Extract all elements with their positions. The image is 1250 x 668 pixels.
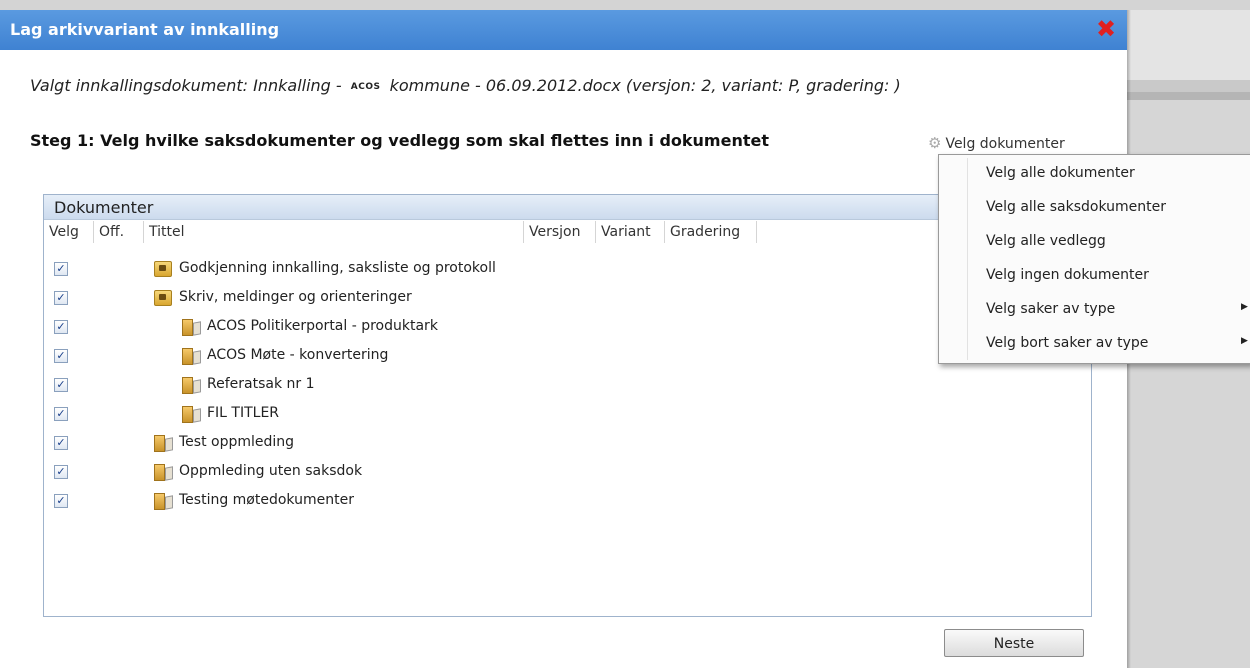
next-button[interactable]: Neste [944, 629, 1084, 657]
row-checkbox[interactable]: ✓ [54, 465, 68, 479]
menu-item-velg-alle-saksdokumenter[interactable]: Velg alle saksdokumenter [939, 191, 1250, 225]
row-title: Godkjenning innkalling, saksliste og pro… [179, 260, 496, 276]
document-icon [154, 493, 165, 510]
step-title: Steg 1: Velg hvilke saksdokumenter og ve… [30, 131, 769, 150]
submenu-arrow-icon: ▶ [1241, 336, 1248, 346]
documents-panel-title: Dokumenter [54, 198, 154, 217]
menu-item-label: Velg saker av type [986, 301, 1116, 317]
menu-item-label: Velg bort saker av type [986, 335, 1149, 351]
selected-document-prefix: Valgt innkallingsdokument: Innkalling - [30, 76, 342, 95]
table-row[interactable]: ✓ Godkjenning innkalling, saksliste og p… [44, 256, 1091, 285]
menu-item-label: Velg alle dokumenter [986, 165, 1135, 181]
dialog-titlebar: Lag arkivvariant av innkalling ✖ [0, 10, 1127, 50]
selected-document-name: kommune - 06.09.2012.docx (versjon: 2, v… [389, 76, 901, 95]
row-title: Test oppmleding [179, 434, 295, 450]
column-header-gradering[interactable]: Gradering [665, 221, 757, 243]
row-title: ACOS Møte - konvertering [207, 347, 389, 363]
dialog-title: Lag arkivvariant av innkalling [10, 20, 280, 39]
menu-item-label: Velg ingen dokumenter [986, 267, 1149, 283]
row-title: ACOS Politikerportal - produktark [207, 318, 438, 334]
column-header-versjon[interactable]: Versjon [524, 221, 596, 243]
acos-logo: ACOS [350, 82, 381, 92]
row-title: FIL TITLER [207, 405, 280, 421]
table-row[interactable]: ✓ ACOS Møte - konvertering [44, 343, 1091, 372]
row-checkbox[interactable]: ✓ [54, 378, 68, 392]
row-checkbox[interactable]: ✓ [54, 262, 68, 276]
folder-icon [154, 290, 172, 306]
row-title: Skriv, meldinger og orienteringer [179, 289, 412, 305]
menu-item-velg-bort-saker-av-type[interactable]: Velg bort saker av type ▶ [939, 327, 1250, 361]
table-row[interactable]: ✓ Test oppmleding [44, 430, 1091, 459]
menu-item-label: Velg alle saksdokumenter [986, 199, 1167, 215]
background-divider-dark [1127, 92, 1250, 100]
velg-dokumenter-menu: Velg alle dokumenter Velg alle saksdokum… [938, 154, 1250, 364]
folder-icon [154, 261, 172, 277]
menu-item-velg-ingen-dokumenter[interactable]: Velg ingen dokumenter [939, 259, 1250, 293]
row-checkbox[interactable]: ✓ [54, 349, 68, 363]
close-icon[interactable]: ✖ [1095, 17, 1117, 41]
document-icon [154, 464, 165, 481]
column-header-off[interactable]: Off. [94, 221, 144, 243]
submenu-arrow-icon: ▶ [1241, 302, 1248, 312]
row-title: Referatsak nr 1 [207, 376, 315, 392]
row-checkbox[interactable]: ✓ [54, 407, 68, 421]
menu-item-velg-saker-av-type[interactable]: Velg saker av type ▶ [939, 293, 1250, 327]
table-row[interactable]: ✓ ACOS Politikerportal - produktark [44, 314, 1091, 343]
menu-item-velg-alle-vedlegg[interactable]: Velg alle vedlegg [939, 225, 1250, 259]
document-icon [182, 348, 193, 365]
document-icon [182, 319, 193, 336]
column-header-velg[interactable]: Velg [44, 221, 94, 243]
velg-dokumenter-label: Velg dokumenter [945, 136, 1065, 152]
gear-icon: ⚙ [928, 134, 942, 152]
menu-item-label: Velg alle vedlegg [986, 233, 1106, 249]
column-header-variant[interactable]: Variant [596, 221, 665, 243]
row-title: Oppmleding uten saksdok [179, 463, 363, 479]
background-toolbar [1127, 10, 1250, 80]
row-title: Testing møtedokumenter [179, 492, 354, 508]
table-row[interactable]: ✓ Testing møtedokumenter [44, 488, 1091, 517]
row-checkbox[interactable]: ✓ [54, 436, 68, 450]
menu-item-velg-alle-dokumenter[interactable]: Velg alle dokumenter [939, 157, 1250, 191]
table-row[interactable]: ✓ Skriv, meldinger og orienteringer [44, 285, 1091, 314]
documents-panel-header: Dokumenter [44, 195, 1091, 220]
documents-panel: Dokumenter Velg Off. Tittel Versjon Vari… [43, 194, 1092, 617]
velg-dokumenter-link[interactable]: ⚙ Velg dokumenter [928, 134, 1065, 152]
row-checkbox[interactable]: ✓ [54, 320, 68, 334]
table-row[interactable]: ✓ Oppmleding uten saksdok [44, 459, 1091, 488]
selected-document-info: Valgt innkallingsdokument: Innkalling - … [30, 76, 901, 95]
row-checkbox[interactable]: ✓ [54, 494, 68, 508]
document-icon [182, 406, 193, 423]
table-row[interactable]: ✓ FIL TITLER [44, 401, 1091, 430]
table-row[interactable]: ✓ Referatsak nr 1 [44, 372, 1091, 401]
document-icon [182, 377, 193, 394]
background-divider [1127, 80, 1250, 92]
row-checkbox[interactable]: ✓ [54, 291, 68, 305]
column-header-tittel[interactable]: Tittel [144, 221, 524, 243]
document-icon [154, 435, 165, 452]
